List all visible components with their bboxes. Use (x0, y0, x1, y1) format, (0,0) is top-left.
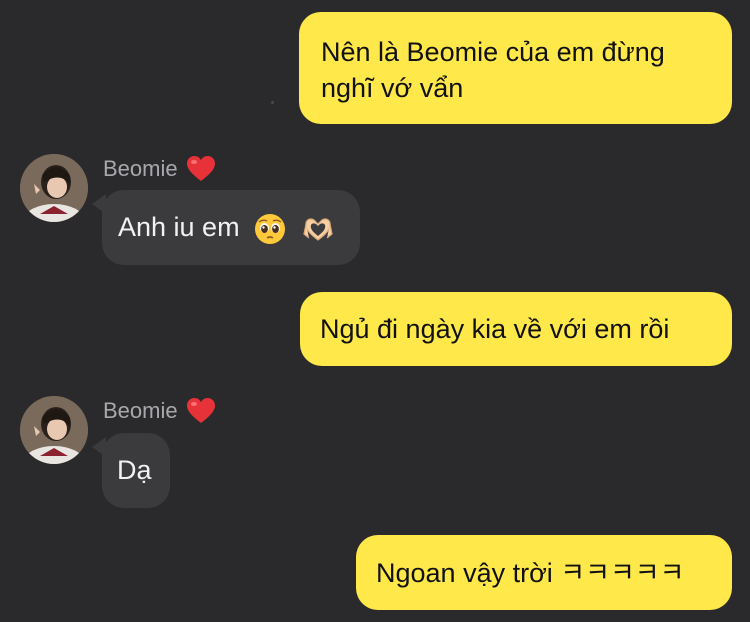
heart-hands-emoji (301, 212, 335, 246)
red-heart-icon (186, 155, 216, 183)
sender-name-row: Beomie (103, 155, 216, 183)
bubble-tail (92, 437, 106, 457)
message-text: Ngoan vậy trời ㅋㅋㅋㅋㅋ (376, 558, 685, 588)
sender-name-row: Beomie (103, 397, 216, 425)
contact-avatar[interactable] (20, 396, 88, 464)
scroll-artifact (271, 101, 274, 104)
chat-thread: Nên là Beomie của em đừng nghĩ vớ vẩn Be… (0, 0, 750, 622)
message-text: Dạ (117, 455, 152, 485)
incoming-message[interactable]: Anh iu em (92, 190, 360, 265)
message-text: Anh iu em (118, 212, 240, 242)
message-text: Nên là Beomie của em đừng nghĩ vớ vẩn (321, 37, 665, 103)
outgoing-message[interactable]: Nên là Beomie của em đừng nghĩ vớ vẩn (299, 12, 732, 124)
sender-name: Beomie (103, 156, 178, 181)
sender-name: Beomie (103, 398, 178, 423)
outgoing-message[interactable]: Ngoan vậy trời ㅋㅋㅋㅋㅋ (356, 535, 732, 610)
outgoing-message[interactable]: Ngủ đi ngày kia về với em rồi (300, 292, 732, 366)
pleading-face-emoji (253, 212, 287, 246)
incoming-message[interactable]: Dạ (92, 433, 170, 508)
avatar-photo (20, 396, 88, 464)
avatar-photo (20, 154, 88, 222)
contact-avatar[interactable] (20, 154, 88, 222)
bubble-tail (92, 194, 106, 214)
message-text: Ngủ đi ngày kia về với em rồi (320, 314, 670, 344)
red-heart-icon (186, 397, 216, 425)
